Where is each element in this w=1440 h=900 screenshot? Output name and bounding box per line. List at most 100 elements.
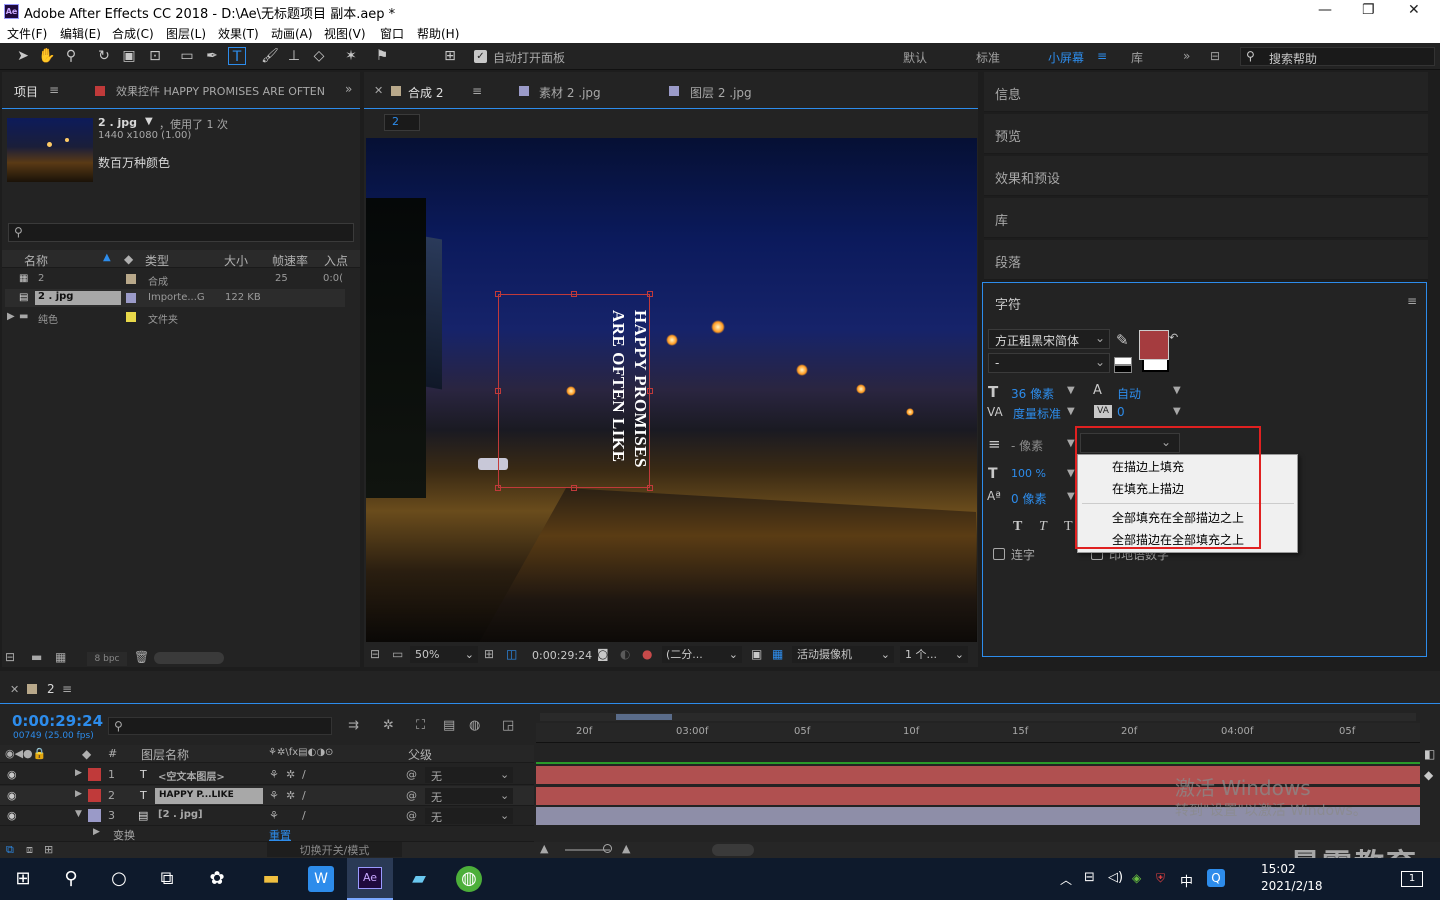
quality-switch-icon[interactable]: / xyxy=(302,809,306,822)
panel-overflow-icon[interactable]: » xyxy=(345,82,352,96)
selection-tool-icon[interactable]: ➤ xyxy=(14,47,32,65)
preview-icon[interactable]: ⊟ xyxy=(370,647,380,661)
motion-blur-icon[interactable]: ◍ xyxy=(469,718,480,733)
qq-icon[interactable]: Q xyxy=(1207,869,1225,887)
workspace-standard[interactable]: 标准 xyxy=(976,49,1000,66)
layer-label-chip[interactable] xyxy=(88,768,101,781)
bounds-handle[interactable] xyxy=(495,291,501,297)
pickwhip-icon[interactable]: @ xyxy=(406,768,417,781)
project-search-input[interactable]: ⚲ xyxy=(8,223,354,242)
wps-icon[interactable]: W xyxy=(308,866,334,892)
chevron-down-icon[interactable]: ▼ xyxy=(1067,438,1075,449)
draft-3d-icon[interactable]: ✲ xyxy=(383,718,394,733)
kerning-value[interactable]: 度量标准 xyxy=(1013,405,1061,422)
reset-link[interactable]: 重置 xyxy=(269,827,291,843)
bit-depth-button[interactable]: 8 bpc xyxy=(87,652,127,666)
visibility-eye-icon[interactable]: ◉ xyxy=(7,789,17,802)
auto-open-checkbox[interactable]: ✓ xyxy=(474,50,487,63)
column-size[interactable]: 大小 xyxy=(224,252,248,269)
chevron-down-icon[interactable]: ▼ xyxy=(1067,406,1075,417)
zoom-out-icon[interactable]: ▲ xyxy=(540,842,548,855)
column-parent[interactable]: 父级 xyxy=(408,746,432,763)
faux-italic-icon[interactable]: T xyxy=(1039,519,1047,535)
new-comp-icon[interactable]: ▦ xyxy=(55,650,66,664)
tab-effect-controls[interactable]: 效果控件 HAPPY PROMISES ARE OFTEN xyxy=(116,83,326,99)
menu-view[interactable]: 视图(V) xyxy=(324,25,366,42)
nvidia-icon[interactable]: ◈ xyxy=(1132,871,1141,885)
notification-center-icon[interactable]: 1 xyxy=(1401,871,1423,887)
bounds-handle[interactable] xyxy=(647,291,653,297)
toggle-switches-modes[interactable]: 切换开关/模式 xyxy=(267,842,402,857)
comp-breadcrumb[interactable]: 2 xyxy=(384,114,420,131)
collapse-switch-icon[interactable]: ✲ xyxy=(286,768,295,781)
switches-toggle-icon[interactable]: ⧉ xyxy=(6,843,14,857)
zoom-tool-icon[interactable]: ⚲ xyxy=(62,47,80,65)
security-icon[interactable]: ⛨ xyxy=(1156,871,1165,886)
current-time[interactable]: 0:00:29:24 xyxy=(532,649,592,662)
shy-icon[interactable]: ⛶ xyxy=(416,718,425,733)
bounds-handle[interactable] xyxy=(647,485,653,491)
collapse-arrow-icon[interactable]: ▼ xyxy=(75,809,82,819)
clock-time[interactable]: 15:02 xyxy=(1261,862,1296,876)
all-caps-icon[interactable]: T xyxy=(1064,519,1073,535)
chevron-down-icon[interactable]: ▼ xyxy=(1173,406,1181,417)
pickwhip-icon[interactable]: @ xyxy=(406,789,417,802)
composition-viewer[interactable]: HAPPY PROMISES ARE OFTEN LIKE xyxy=(366,138,977,642)
maximize-icon[interactable]: ❐ xyxy=(1362,2,1375,18)
fill-color-swatch[interactable] xyxy=(1139,330,1169,360)
transparency-grid-icon[interactable]: ▦ xyxy=(772,647,783,661)
windows-start-icon[interactable]: ⊞ xyxy=(10,866,36,892)
layer-name[interactable]: [2 . jpg] xyxy=(158,809,203,820)
quality-switch-icon[interactable]: / xyxy=(302,768,306,781)
search-icon[interactable]: ⚲ xyxy=(58,866,84,892)
tracking-value[interactable]: 0 xyxy=(1117,405,1125,419)
mask-icon[interactable]: ◫ xyxy=(506,647,517,661)
panel-library[interactable]: 库 xyxy=(984,198,1428,238)
expand-arrow-icon[interactable]: ▶ xyxy=(75,789,82,799)
close-icon[interactable]: ✕ xyxy=(1408,2,1420,18)
type-tool-icon[interactable]: T xyxy=(228,47,246,65)
panel-paragraph[interactable]: 段落 xyxy=(984,240,1428,280)
comp-mini-flowchart-icon[interactable]: ⇉ xyxy=(348,718,359,733)
visibility-eye-icon[interactable]: ◉ xyxy=(7,768,17,781)
pen-tool-icon[interactable]: ✒ xyxy=(203,47,221,65)
pickwhip-icon[interactable]: @ xyxy=(406,809,417,822)
new-folder-icon[interactable]: ▬ xyxy=(31,650,42,664)
minimize-icon[interactable]: — xyxy=(1318,2,1332,18)
menu-edit[interactable]: 编辑(E) xyxy=(60,25,101,42)
list-item[interactable]: ▦ 2 合成 25 0:0( xyxy=(5,270,345,288)
modes-toggle-icon[interactable]: ⧈ xyxy=(26,843,33,857)
work-area-bar[interactable] xyxy=(540,713,1416,721)
expand-arrow-icon[interactable]: ▶ xyxy=(93,827,100,837)
ligature-checkbox[interactable] xyxy=(993,548,1005,560)
interpret-footage-icon[interactable]: ⊟ xyxy=(5,650,15,664)
font-size-value[interactable]: 36 像素 xyxy=(1011,385,1054,402)
zoom-in-mountain-icon[interactable]: ▲ xyxy=(622,842,630,855)
sync-settings-icon[interactable]: ⊟ xyxy=(1210,49,1220,63)
tab-footage[interactable]: 素材 2 .jpg xyxy=(539,84,601,101)
network-icon[interactable]: ⊟ xyxy=(1084,870,1095,885)
views-select[interactable]: 1 个... ⌄ xyxy=(900,646,968,663)
visibility-eye-icon[interactable]: ◉ xyxy=(7,809,17,822)
sort-up-icon[interactable]: ▲ xyxy=(103,252,111,263)
bounds-handle[interactable] xyxy=(495,388,501,394)
tab-project[interactable]: 项目 xyxy=(14,83,38,100)
baseline-shift-value[interactable]: 0 像素 xyxy=(1011,490,1046,507)
panel-effects-presets[interactable]: 效果和预设 xyxy=(984,156,1428,196)
panel-menu-icon[interactable]: ≡ xyxy=(1407,294,1417,308)
clock-date[interactable]: 2021/2/18 xyxy=(1261,879,1323,893)
timeline-tab[interactable]: 2 xyxy=(47,682,55,696)
zoom-in-icon[interactable]: ◆ xyxy=(1424,768,1433,782)
column-in[interactable]: 入点 xyxy=(324,252,348,269)
close-tab-icon[interactable]: ✕ xyxy=(10,683,19,696)
menu-effect[interactable]: 效果(T) xyxy=(218,25,259,42)
region-icon[interactable]: ▣ xyxy=(751,647,762,661)
comp-button-icon[interactable]: ◧ xyxy=(1424,747,1435,761)
task-view-icon[interactable]: ⧉ xyxy=(154,866,180,892)
leading-value[interactable]: 自动 xyxy=(1117,385,1141,402)
menu-layer[interactable]: 图层(L) xyxy=(166,25,206,42)
in-out-toggle-icon[interactable]: ⊞ xyxy=(44,843,53,856)
rectangle-tool-icon[interactable]: ▭ xyxy=(178,47,196,65)
melon-app-icon[interactable]: ◍ xyxy=(456,866,482,892)
layer-row[interactable]: ◉ ▼ 3 ▤ [2 . jpg] ⚘ / @ 无 ⌄ xyxy=(0,806,534,826)
